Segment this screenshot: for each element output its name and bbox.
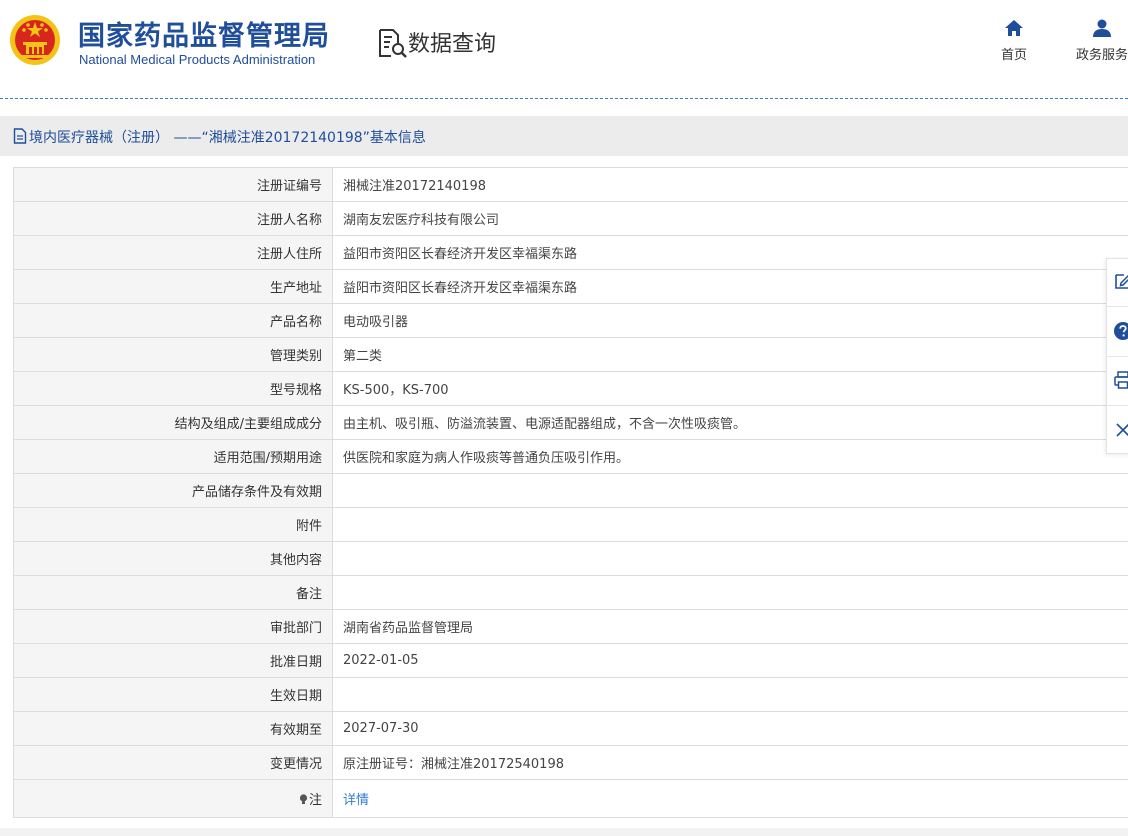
print-icon[interactable]: [1113, 370, 1128, 390]
field-value: [332, 677, 1128, 712]
header-divider: [0, 98, 1128, 99]
field-value: [332, 541, 1128, 576]
record-title: 境内医疗器械（注册） ——“湘械注准20172140198”基本信息: [29, 130, 426, 146]
field-label: 注册人住所: [13, 235, 333, 270]
field-label: 审批部门: [13, 609, 333, 644]
table-row: 变更情况 原注册证号：湘械注准20172540198: [13, 745, 1128, 780]
toolbar-divider: [1107, 405, 1128, 406]
nav-service-label: 政务服务: [1075, 48, 1128, 63]
table-row: 其他内容: [13, 541, 1128, 576]
field-label: 管理类别: [13, 337, 333, 372]
field-value: 由主机、吸引瓶、防溢流装置、电源适配器组成，不含一次性吸痰管。: [332, 405, 1128, 440]
table-row: 批准日期 2022-01-05: [13, 643, 1128, 678]
table-row: 管理类别 第二类: [13, 337, 1128, 372]
field-value: 2027-07-30: [332, 711, 1128, 746]
nav-home[interactable]: 首页: [998, 18, 1030, 63]
national-emblem-icon: [10, 15, 60, 65]
field-value: 湖南省药品监督管理局: [332, 609, 1128, 644]
field-label: 附件: [13, 507, 333, 542]
table-row: 注册人住所 益阳市资阳区长春经济开发区幸福渠东路: [13, 235, 1128, 270]
note-label: 注: [308, 793, 322, 808]
table-row: 审批部门 湖南省药品监督管理局: [13, 609, 1128, 644]
field-value: [332, 473, 1128, 508]
home-icon: [1005, 20, 1023, 36]
edit-icon[interactable]: [1113, 271, 1128, 291]
lightbulb-icon: [299, 794, 308, 804]
field-value: 湖南友宏医疗科技有限公司: [332, 201, 1128, 236]
table-row: 有效期至 2027-07-30: [13, 711, 1128, 746]
field-label: 生效日期: [13, 677, 333, 712]
field-label: 注册人名称: [13, 201, 333, 236]
field-value: 湘械注准20172140198: [332, 167, 1128, 202]
close-icon[interactable]: [1113, 420, 1128, 440]
field-value: 2022-01-05: [332, 643, 1128, 678]
org-name-en: National Medical Products Administration: [79, 52, 316, 67]
field-label: 批准日期: [13, 643, 333, 678]
field-label: 其他内容: [13, 541, 333, 576]
user-icon: [1093, 19, 1111, 37]
site-header: 国家药品监督管理局 National Medical Products Admi…: [0, 0, 1128, 98]
table-row: 型号规格 KS-500，KS-700: [13, 371, 1128, 406]
page-bottom-bar: [0, 828, 1128, 836]
field-value: 电动吸引器: [332, 303, 1128, 338]
table-row: 生效日期: [13, 677, 1128, 712]
field-label: 结构及组成/主要组成成分: [13, 405, 333, 440]
field-label: 备注: [13, 575, 333, 610]
field-value: 益阳市资阳区长春经济开发区幸福渠东路: [332, 269, 1128, 304]
field-label: 产品名称: [13, 303, 333, 338]
field-value: KS-500，KS-700: [332, 371, 1128, 406]
toolbar-divider: [1107, 356, 1128, 357]
field-label: 变更情况: [13, 745, 333, 780]
table-row: 适用范围/预期用途 供医院和家庭为病人作吸痰等普通负压吸引作用。: [13, 439, 1128, 474]
data-query-icon: [379, 29, 407, 58]
document-icon: [13, 128, 27, 144]
field-value: 原注册证号：湘械注准20172540198: [332, 745, 1128, 780]
toolbar-divider: [1107, 306, 1128, 307]
field-value: [332, 575, 1128, 610]
nav-home-label: 首页: [1000, 48, 1027, 63]
note-value-cell: 详情: [332, 779, 1128, 818]
record-title-bar: 境内医疗器械（注册） ——“湘械注准20172140198”基本信息: [0, 116, 1128, 156]
table-row: 产品名称 电动吸引器: [13, 303, 1128, 338]
help-icon[interactable]: [1113, 321, 1128, 341]
table-row: 产品储存条件及有效期: [13, 473, 1128, 508]
nav-government-service[interactable]: 政务服务: [1072, 18, 1128, 63]
org-name-cn: 国家药品监督管理局: [78, 21, 330, 52]
page-title: 数据查询: [408, 32, 497, 57]
field-value: 益阳市资阳区长春经济开发区幸福渠东路: [332, 235, 1128, 270]
field-value: 第二类: [332, 337, 1128, 372]
record-detail-table: 注册证编号 湘械注准20172140198 注册人名称 湖南友宏医疗科技有限公司 注册人…: [13, 167, 1128, 818]
field-value: [332, 507, 1128, 542]
table-row: 生产地址 益阳市资阳区长春经济开发区幸福渠东路: [13, 269, 1128, 304]
table-row: 结构及组成/主要组成成分 由主机、吸引瓶、防溢流装置、电源适配器组成，不含一次性吸…: [13, 405, 1128, 440]
details-link[interactable]: 详情: [343, 793, 369, 808]
note-label-cell: 注: [13, 779, 333, 818]
field-label: 有效期至: [13, 711, 333, 746]
table-row-note: 注 详情: [13, 779, 1128, 818]
table-row: 注册证编号 湘械注准20172140198: [13, 167, 1128, 202]
field-label: 型号规格: [13, 371, 333, 406]
field-label: 适用范围/预期用途: [13, 439, 333, 474]
table-row: 注册人名称 湖南友宏医疗科技有限公司: [13, 201, 1128, 236]
field-label: 生产地址: [13, 269, 333, 304]
field-label: 产品储存条件及有效期: [13, 473, 333, 508]
table-row: 附件: [13, 507, 1128, 542]
field-label: 注册证编号: [13, 167, 333, 202]
field-value: 供医院和家庭为病人作吸痰等普通负压吸引作用。: [332, 439, 1128, 474]
side-toolbar: [1106, 258, 1128, 454]
table-row: 备注: [13, 575, 1128, 610]
